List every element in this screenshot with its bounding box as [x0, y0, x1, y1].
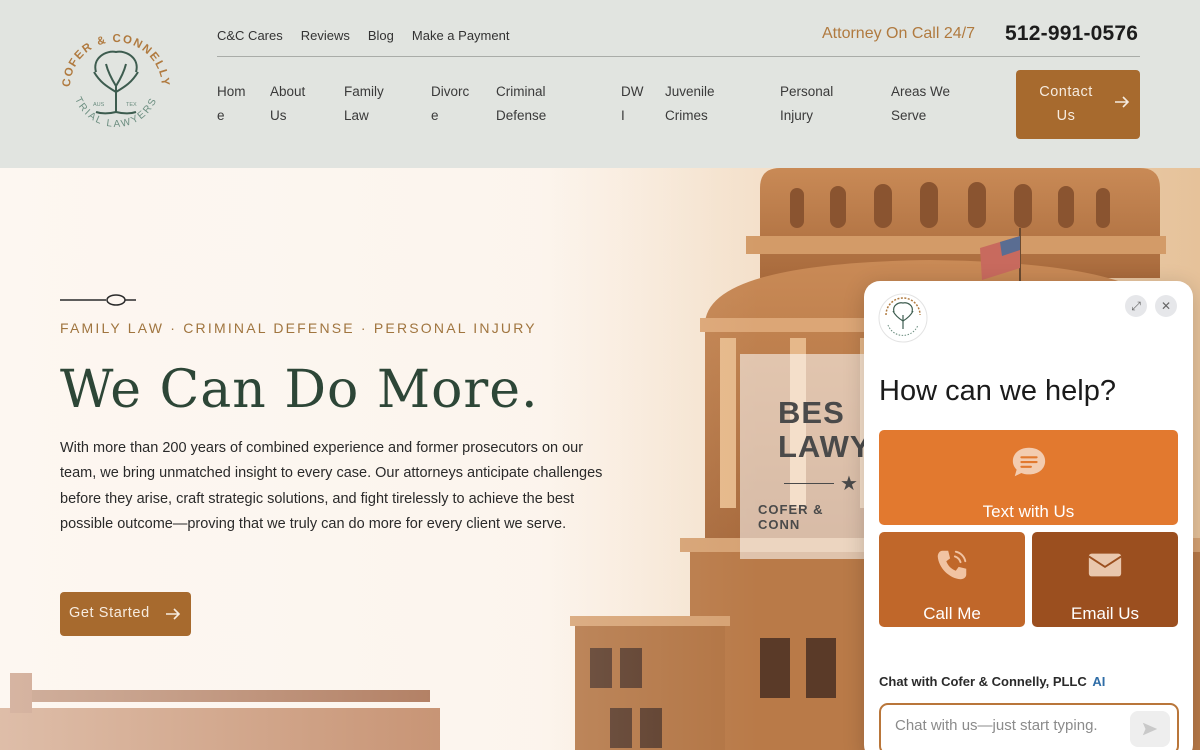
nav-item-juvenile-crimes[interactable]: Juvenile Crimes: [665, 80, 715, 128]
contact-button-line2: Us: [1056, 108, 1076, 124]
send-icon: [1142, 722, 1158, 736]
get-started-label: Get Started: [69, 605, 150, 621]
chat-message-input[interactable]: [895, 717, 1120, 734]
chat-title: How can we help?: [879, 375, 1116, 407]
header-divider: [217, 56, 1140, 57]
site-header: COFER & CONNELLY TRIAL LAWYERS AUS TEX C…: [0, 0, 1200, 168]
text-with-us-button[interactable]: Text with Us: [879, 430, 1178, 525]
svg-text:COFER & CONNELLY: COFER & CONNELLY: [61, 33, 171, 88]
firm-logo[interactable]: COFER & CONNELLY TRIAL LAWYERS AUS TEX: [56, 26, 176, 144]
decorative-divider-icon: [60, 294, 136, 306]
phone-number[interactable]: 512-991-0576: [1005, 22, 1138, 46]
star-icon: ★: [840, 473, 858, 495]
call-me-button[interactable]: Call Me: [879, 532, 1025, 627]
ai-badge: AI: [1092, 674, 1106, 689]
link-cc-cares[interactable]: C&C Cares: [217, 28, 283, 43]
link-make-payment[interactable]: Make a Payment: [412, 28, 510, 43]
utility-links: C&C Cares Reviews Blog Make a Payment: [217, 28, 509, 43]
get-started-button[interactable]: Get Started: [60, 592, 191, 636]
call-me-label: Call Me: [923, 604, 981, 623]
logo-right-mark: TEX: [126, 102, 137, 108]
nav-item-areas-we-serve[interactable]: Areas We Serve: [891, 80, 950, 128]
nav-item-divorce[interactable]: Divorc e: [431, 80, 469, 128]
chat-input-box: [879, 703, 1179, 750]
chat-bubble-icon: [1012, 447, 1046, 477]
phone-icon: [937, 550, 967, 580]
logo-top-text: COFER & CONNELLY: [61, 33, 170, 88]
link-blog[interactable]: Blog: [368, 28, 394, 43]
email-us-label: Email Us: [1070, 604, 1139, 623]
attorney-on-call-label: Attorney On Call 24/7: [822, 25, 975, 42]
logo-left-mark: AUS: [93, 102, 105, 108]
contact-button-line1: Contact: [1039, 84, 1093, 100]
nav-item-criminal-defense[interactable]: Criminal Defense: [496, 80, 546, 128]
email-us-button[interactable]: Email Us: [1032, 532, 1178, 627]
chat-with-label: Chat with Cofer & Connelly, PLLC AI: [879, 674, 1106, 689]
link-reviews[interactable]: Reviews: [301, 28, 350, 43]
expand-icon[interactable]: ⤢: [1125, 295, 1147, 317]
best-lawyers-banner: BES LAWY ★ COFER & CONN: [740, 354, 871, 559]
hero-headline: We Can Do More.: [60, 360, 539, 420]
send-button[interactable]: [1130, 711, 1170, 747]
nav-item-home[interactable]: Hom e: [217, 80, 246, 128]
nav-item-about-us[interactable]: About Us: [270, 80, 305, 128]
nav-item-personal-injury[interactable]: Personal Injury: [780, 80, 833, 128]
nav-item-family-law[interactable]: Family Law: [344, 80, 384, 128]
text-with-us-label: Text with Us: [982, 502, 1075, 521]
close-icon[interactable]: ✕: [1155, 295, 1177, 317]
chat-firm-logo: [878, 293, 928, 343]
hero-body-text: With more than 200 years of combined exp…: [60, 440, 603, 532]
envelope-icon: [1088, 553, 1122, 577]
arrow-right-icon: [1115, 96, 1130, 108]
arrow-right-icon: [166, 608, 181, 620]
nav-item-dwi[interactable]: DW I: [621, 80, 644, 128]
hero-tagline: FAMILY LAW · CRIMINAL DEFENSE · PERSONAL…: [60, 320, 537, 336]
chat-widget: ⤢ ✕ How can we help? Text with Us Call M…: [864, 281, 1193, 750]
contact-us-button[interactable]: Contact Us: [1016, 70, 1140, 139]
